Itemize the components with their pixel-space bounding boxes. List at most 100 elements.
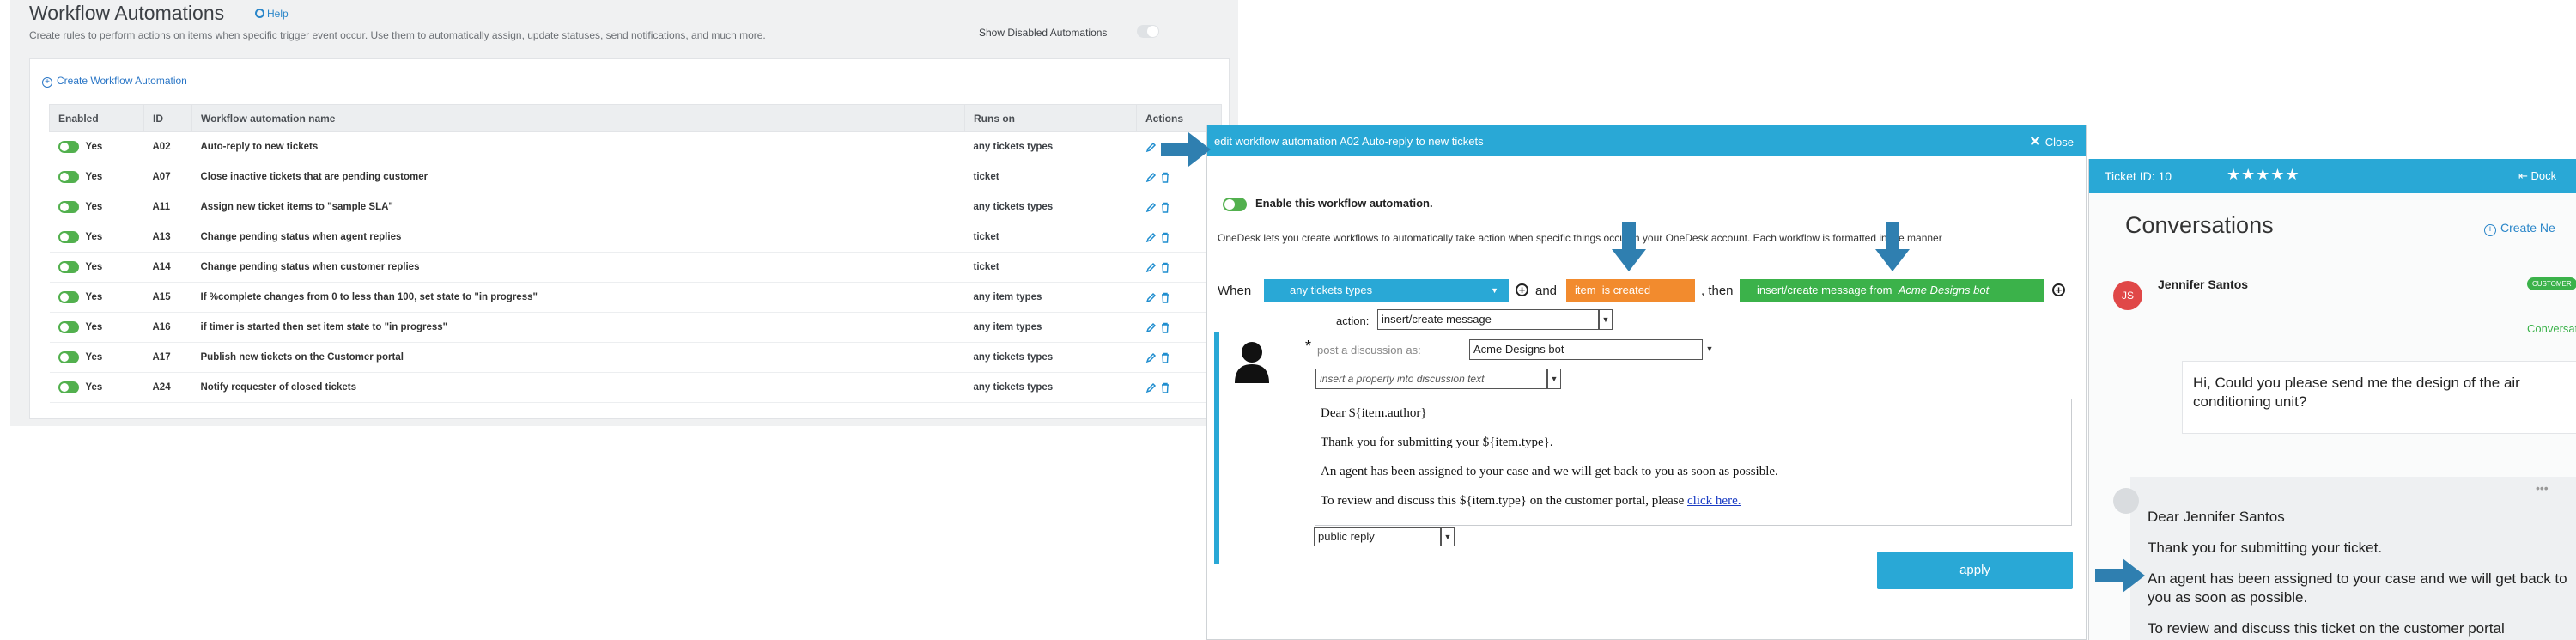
ticket-header: Ticket ID: 10 ★★★★★ ⇤ Dock	[2089, 159, 2576, 193]
post-as-select[interactable]: Acme Designs bot	[1469, 339, 1703, 360]
rule-builder: When any tickets types ▼ + and item is cr…	[1218, 277, 2076, 303]
create-new-link[interactable]: + Create Ne	[2484, 221, 2555, 236]
dock-button[interactable]: ⇤ Dock	[2518, 169, 2556, 183]
help-icon	[255, 9, 264, 18]
enabled-toggle[interactable]	[58, 381, 79, 393]
trash-icon[interactable]	[1160, 202, 1170, 213]
enabled-toggle[interactable]	[58, 261, 79, 273]
enabled-label: Yes	[85, 262, 103, 273]
col-runs-on: Runs on	[964, 104, 1137, 132]
arrow-right-icon	[2095, 558, 2145, 593]
table-row[interactable]: Yes A07 Close inactive tickets that are pe…	[49, 162, 1222, 192]
caret-down-icon: ▼	[1491, 286, 1498, 295]
more-options-icon[interactable]: •••	[2536, 481, 2549, 495]
trash-icon[interactable]	[1160, 172, 1170, 183]
reply-line: Thank you for submitting your ticket.	[2148, 539, 2383, 556]
table-row[interactable]: Yes A24 Notify requester of closed tickets…	[49, 372, 1222, 403]
enabled-toggle[interactable]	[58, 231, 79, 243]
message-line: An agent has been assigned to your case …	[1321, 465, 1778, 478]
trash-icon[interactable]	[1160, 352, 1170, 363]
enabled-label: Yes	[85, 352, 103, 363]
visibility-caret-icon[interactable]: ▼	[1441, 527, 1455, 546]
table-row[interactable]: Yes A16 if timer is started then set item …	[49, 312, 1222, 343]
table-row[interactable]: Yes A13 Change pending status when agent r…	[49, 222, 1222, 253]
name-cell: Change pending status when agent replies	[191, 222, 965, 253]
edit-pencil-icon[interactable]	[1145, 292, 1157, 303]
enabled-toggle[interactable]	[58, 351, 79, 363]
enable-toggle[interactable]	[1223, 197, 1247, 211]
create-automation-link[interactable]: + Create Workflow Automation	[42, 75, 187, 88]
add-action-icon[interactable]: +	[2052, 283, 2065, 296]
trash-icon[interactable]	[1160, 382, 1170, 393]
conversations-heading: Conversations	[2125, 212, 2274, 238]
rating-stars-icon[interactable]: ★★★★★	[2227, 166, 2300, 184]
edit-pencil-icon[interactable]	[1145, 202, 1157, 213]
show-disabled-label: Show Disabled Automations	[979, 27, 1108, 39]
enabled-toggle[interactable]	[58, 291, 79, 303]
id-cell: A11	[143, 192, 192, 222]
edit-pencil-icon[interactable]	[1145, 262, 1157, 273]
help-link[interactable]: Help	[255, 8, 289, 20]
automation-table: Enabled ID Workflow automation name Runs…	[49, 104, 1222, 403]
runs-on-cell: any tickets types	[964, 192, 1137, 222]
table-row[interactable]: Yes A17 Publish new tickets on the Custome…	[49, 342, 1222, 373]
action-select[interactable]: insert/create message	[1377, 309, 1599, 330]
help-label: Help	[267, 8, 289, 20]
trigger-type-value: any tickets types	[1290, 283, 1373, 296]
event-text: is created	[1601, 283, 1651, 296]
action-caret-icon[interactable]: ▼	[1599, 309, 1613, 330]
apply-button[interactable]: apply	[1877, 552, 2073, 589]
enabled-toggle[interactable]	[58, 321, 79, 333]
message-editor[interactable]: Dear ${item.author} Thank you for submit…	[1315, 399, 2072, 526]
edit-pencil-icon[interactable]	[1145, 232, 1157, 243]
show-disabled-toggle[interactable]	[1137, 25, 1159, 38]
trash-icon[interactable]	[1160, 262, 1170, 273]
property-caret-icon[interactable]: ▼	[1547, 369, 1561, 389]
enabled-cell: Yes	[49, 372, 144, 403]
table-row[interactable]: Yes A02 Auto-reply to new tickets any ticke…	[49, 131, 1222, 162]
table-row[interactable]: Yes A14 Change pending status when custome…	[49, 252, 1222, 283]
property-select[interactable]: insert a property into discussion text	[1315, 369, 1547, 389]
page-subtitle: Create rules to perform actions on items…	[29, 29, 766, 41]
conversation-link[interactable]: Conversation	[2527, 322, 2576, 335]
close-label: Close	[2044, 136, 2074, 149]
message-line-text: To review and discuss this ${item.type} …	[1321, 494, 1685, 508]
name-cell: Close inactive tickets that are pending …	[191, 162, 965, 192]
action-pill[interactable]: insert/create message from Acme Designs …	[1740, 279, 2044, 302]
id-cell: A07	[143, 162, 192, 192]
edit-pencil-icon[interactable]	[1145, 322, 1157, 333]
id-cell: A15	[143, 282, 192, 313]
event-pill[interactable]: item is created	[1566, 279, 1695, 302]
visibility-select[interactable]: public reply	[1314, 527, 1441, 546]
enabled-toggle[interactable]	[58, 171, 79, 183]
runs-on-cell: ticket	[964, 162, 1137, 192]
click-here-link[interactable]: click here.	[1687, 494, 1741, 508]
dock-label: Dock	[2530, 169, 2557, 182]
table-row[interactable]: Yes A11 Assign new ticket items to "sample…	[49, 192, 1222, 222]
trash-icon[interactable]	[1160, 322, 1170, 333]
add-trigger-icon[interactable]: +	[1516, 283, 1528, 296]
edit-pencil-icon[interactable]	[1145, 142, 1157, 153]
dialog-title: edit workflow automation A02 Auto-reply …	[1214, 135, 1484, 148]
post-as-caret-icon[interactable]: ▼	[1703, 339, 1716, 360]
author-name: Jennifer Santos	[2158, 277, 2249, 291]
edit-pencil-icon[interactable]	[1145, 172, 1157, 183]
enabled-toggle[interactable]	[58, 201, 79, 213]
trash-icon[interactable]	[1160, 292, 1170, 303]
id-cell: A14	[143, 252, 192, 283]
edit-automation-dialog: edit workflow automation A02 Auto-reply …	[1206, 125, 2087, 640]
edit-pencil-icon[interactable]	[1145, 382, 1157, 393]
trash-icon[interactable]	[1160, 232, 1170, 243]
name-cell: Auto-reply to new tickets	[191, 131, 965, 162]
table-row[interactable]: Yes A15 If %complete changes from 0 to les…	[49, 282, 1222, 313]
enabled-toggle[interactable]	[58, 141, 79, 153]
enabled-cell: Yes	[49, 312, 144, 343]
close-button[interactable]: ✕ Close	[2029, 133, 2074, 150]
arrow-right-icon	[1161, 132, 1211, 167]
action-pill-bot: Acme Designs bot	[1898, 283, 1990, 296]
enabled-label: Yes	[85, 142, 103, 153]
col-name: Workflow automation name	[191, 104, 965, 132]
create-automation-label: Create Workflow Automation	[57, 75, 187, 87]
trigger-type-select[interactable]: any tickets types ▼	[1264, 279, 1509, 302]
edit-pencil-icon[interactable]	[1145, 352, 1157, 363]
